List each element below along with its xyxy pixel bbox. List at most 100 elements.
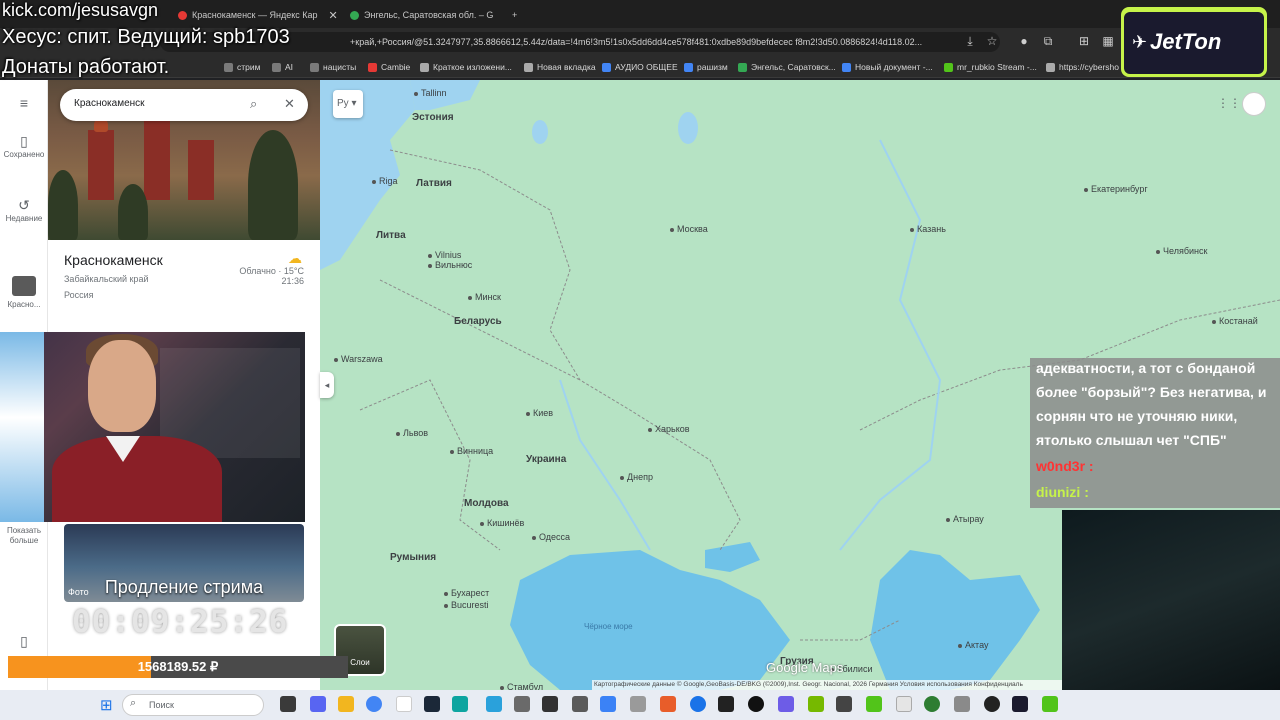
chrome-icon[interactable] — [366, 696, 382, 712]
tab-yandex-maps[interactable]: Краснокаменск — Яндекс Кар ✕ — [170, 4, 340, 26]
app-icon[interactable] — [954, 696, 970, 712]
star-icon[interactable]: ☆ — [984, 33, 1000, 49]
stream-extension-label: Продление стрима — [104, 577, 264, 597]
apps-grid-icon[interactable]: ⋮⋮ — [1217, 96, 1241, 110]
translate-icon[interactable]: ⊞ — [1076, 33, 1092, 49]
stream-status-overlay: Хесус: спит. Ведущий: spb1703 — [2, 26, 290, 48]
terminal-icon[interactable] — [542, 696, 558, 712]
city-label: Киев — [526, 408, 553, 418]
bookmark-item[interactable]: Cambie — [368, 60, 410, 74]
doc-icon — [602, 62, 611, 72]
kick-icon — [944, 62, 953, 72]
search-input[interactable]: Краснокаменск — [74, 98, 145, 109]
lake — [678, 112, 698, 144]
app-icon[interactable] — [630, 696, 646, 712]
chatgpt-icon[interactable] — [748, 696, 764, 712]
app-icon[interactable] — [924, 696, 940, 712]
city-label: Вильнюс — [428, 260, 472, 270]
bookmark-item[interactable]: https://cybersho — [1046, 60, 1119, 74]
app-icon[interactable] — [1012, 696, 1028, 712]
city-label: Днепр — [620, 472, 653, 482]
app-icon[interactable] — [1042, 696, 1058, 712]
folder-icon — [224, 62, 233, 72]
obs-icon[interactable] — [984, 696, 1000, 712]
notepad-icon[interactable] — [396, 696, 412, 712]
steam-icon[interactable] — [424, 696, 440, 712]
app-icon[interactable] — [866, 696, 882, 712]
discord-icon[interactable] — [310, 696, 326, 712]
app-icon[interactable] — [718, 696, 734, 712]
puzzle-icon[interactable]: ⧉ — [1040, 33, 1056, 49]
app-icon[interactable] — [660, 696, 676, 712]
bookmarks-bar: стрим AI нацисты Cambie Краткое изложени… — [0, 56, 1280, 78]
nvidia-icon[interactable] — [808, 696, 824, 712]
border-line — [359, 379, 501, 551]
bookmark-item[interactable]: Энгельс, Саратовск... — [738, 60, 836, 74]
bookmark-item[interactable]: АУДИО ОБЩЕЕ — [602, 60, 678, 74]
city-label: Одесса — [532, 532, 570, 542]
telegram-icon[interactable] — [486, 696, 502, 712]
sea-of-azov — [705, 542, 760, 572]
chat-message-line: адекватности, а тот с бонданой — [1036, 360, 1256, 376]
sidebar-item-more[interactable]: Показать больше — [0, 526, 48, 546]
phone-icon[interactable]: ▯ — [0, 634, 48, 650]
extension-icon[interactable]: ● — [1016, 33, 1032, 49]
doc-icon — [684, 62, 693, 72]
search-box[interactable]: Краснокаменск ⌕ ✕ — [60, 89, 308, 121]
install-icon[interactable]: ⤓ — [962, 33, 978, 49]
menu-icon[interactable]: ≡ — [0, 96, 48, 112]
city-label: Warszawa — [334, 354, 383, 364]
app-icon[interactable] — [690, 696, 706, 712]
country-label: Украина — [526, 454, 567, 465]
streamer-webcam — [0, 332, 305, 522]
bookmark-item[interactable]: нацисты — [310, 60, 356, 74]
city-label: Москва — [670, 224, 708, 234]
bookmark-item[interactable]: AI — [272, 60, 293, 74]
app-icon[interactable] — [514, 696, 530, 712]
explorer-icon[interactable] — [338, 696, 354, 712]
river-volga — [839, 139, 942, 551]
history-icon: ↺ — [18, 197, 30, 213]
task-view-icon[interactable] — [280, 696, 296, 712]
river-dnieper — [559, 379, 651, 551]
city-label: Riga — [372, 176, 398, 186]
weather-info: Облачно · 15°C 21:36 — [239, 266, 304, 286]
google-maps-logo: Google Maps — [766, 660, 844, 675]
tab-google-maps[interactable]: Энгельс, Саратовская обл. – G ✕ — [342, 4, 502, 26]
app-icon[interactable] — [778, 696, 794, 712]
close-icon[interactable]: ✕ — [284, 96, 295, 112]
bookmark-item[interactable]: Краткое изложени... — [420, 60, 512, 74]
search-icon[interactable]: ⌕ — [250, 96, 257, 112]
country-label: Румыния — [390, 552, 437, 563]
sidebar-item-saved[interactable]: ▯ Сохранено — [0, 133, 48, 160]
city-label: Атырау — [946, 514, 984, 524]
bookmark-item[interactable]: mr_rubkio Stream -... — [944, 60, 1037, 74]
collapse-panel-button[interactable]: ◂ — [320, 372, 334, 398]
bookmark-item[interactable]: рашизм — [684, 60, 728, 74]
sidebar-item-current[interactable]: Красно... — [0, 276, 48, 310]
bookmark-item[interactable]: стрим — [224, 60, 260, 74]
city-label: Стамбул — [500, 682, 543, 690]
apps-icon[interactable]: ▦ — [1100, 33, 1116, 49]
chat-message-line: ятолько слышал чет "СПБ" — [1036, 432, 1227, 448]
streamer-face — [88, 340, 156, 432]
app-icon[interactable] — [572, 696, 588, 712]
browser-tab-bar: Краснокаменск — Яндекс Кар ✕ Энгельс, Са… — [0, 0, 1280, 28]
bookmark-item[interactable]: Новая вкладка — [524, 60, 596, 74]
close-icon[interactable]: ✕ — [329, 9, 338, 22]
sidebar-item-recent[interactable]: ↺ Недавние — [0, 197, 48, 224]
bookmark-icon: ▯ — [20, 133, 28, 149]
taskbar-search[interactable]: Поиск — [122, 694, 264, 716]
edge-icon[interactable] — [452, 696, 468, 712]
avatar[interactable] — [1242, 92, 1266, 116]
language-dropdown[interactable]: Ру ▾ — [333, 90, 363, 118]
place-title: Краснокаменск — [64, 252, 163, 268]
app-icon[interactable] — [600, 696, 616, 712]
bookmark-item[interactable]: Новый документ -... — [842, 60, 933, 74]
donations-overlay: Донаты работают. — [2, 56, 170, 78]
app-icon[interactable] — [896, 696, 912, 712]
new-tab-button[interactable]: + — [504, 4, 524, 26]
windows-start-icon[interactable]: ⊞ — [100, 696, 113, 714]
app-icon[interactable] — [836, 696, 852, 712]
chat-username: diunizi : — [1036, 484, 1089, 500]
